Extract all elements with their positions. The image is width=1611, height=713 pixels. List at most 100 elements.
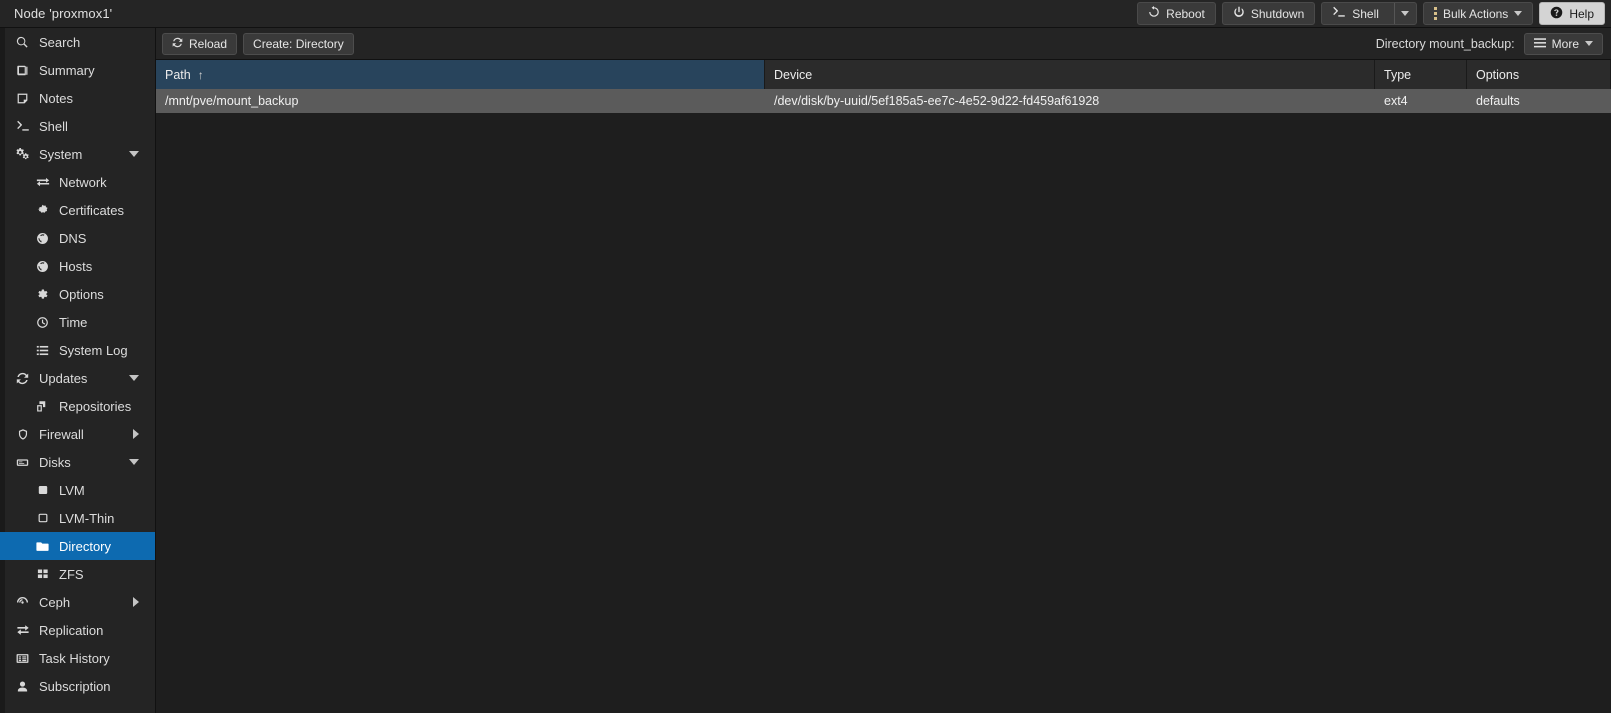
sidebar-item-shell[interactable]: Shell	[0, 112, 155, 140]
sidebar-item-repositories[interactable]: Repositories	[0, 392, 155, 420]
sidebar-item-label: Firewall	[39, 426, 84, 442]
column-header-path[interactable]: Path ↑	[156, 60, 765, 89]
table-header-row: Path ↑ Device Type Options	[156, 60, 1611, 89]
refresh-icon	[14, 372, 31, 385]
sidebar-item-directory[interactable]: Directory	[0, 532, 155, 560]
search-icon	[14, 36, 31, 49]
chevron-down-icon	[1585, 41, 1593, 46]
sidebar-item-system[interactable]: System	[0, 140, 155, 168]
column-header-options[interactable]: Options	[1467, 60, 1611, 89]
sidebar-item-label: Directory	[59, 538, 112, 554]
sidebar-item-label: Notes	[39, 90, 73, 106]
directory-toolbar: Reload Create: Directory Directory mount…	[156, 28, 1611, 60]
globe-icon	[34, 232, 51, 245]
sidebar-item-label: Updates	[39, 370, 88, 386]
cell-type: ext4	[1384, 94, 1408, 108]
sidebar-item-disks[interactable]: Disks	[0, 448, 155, 476]
terminal-icon	[1332, 5, 1346, 22]
shell-main-segment[interactable]: Shell	[1322, 3, 1388, 24]
sidebar-item-lvm[interactable]: LVM	[0, 476, 155, 504]
sidebar-item-replication[interactable]: Replication	[0, 616, 155, 644]
sidebar-item-firewall[interactable]: Firewall	[0, 420, 155, 448]
top-header-bar: Node 'proxmox1' Reboot Shutdown Shell Bulk …	[0, 0, 1611, 28]
sidebar-item-notes[interactable]: Notes	[0, 84, 155, 112]
column-header-label: Path	[165, 67, 191, 82]
sidebar-item-lvm-thin[interactable]: LVM-Thin	[0, 504, 155, 532]
chevron-right-icon[interactable]	[133, 429, 139, 439]
network-icon	[34, 175, 51, 189]
folder-icon	[34, 540, 51, 553]
sidebar-item-label: System	[39, 146, 83, 162]
sidebar-navigation: Search Summary Notes Shell System Network Cert…	[0, 28, 156, 713]
sidebar-item-network[interactable]: Network	[0, 168, 155, 196]
sidebar-item-certificates[interactable]: Certificates	[0, 196, 155, 224]
list-icon	[34, 344, 51, 357]
reboot-button[interactable]: Reboot	[1137, 2, 1216, 25]
shell-label: Shell	[1352, 6, 1379, 21]
chevron-down-icon[interactable]	[129, 459, 139, 465]
sidebar-item-label: Disks	[39, 454, 71, 470]
bulk-actions-label: Bulk Actions	[1442, 6, 1509, 21]
toolbar-right-group: Directory mount_backup: More	[1375, 32, 1603, 55]
header-action-buttons: Reboot Shutdown Shell Bulk Actions Help	[1137, 2, 1605, 25]
more-menu-button[interactable]: More	[1523, 32, 1603, 55]
sidebar-item-options[interactable]: Options	[0, 280, 155, 308]
reboot-label: Reboot	[1166, 6, 1205, 21]
sidebar-item-summary[interactable]: Summary	[0, 56, 155, 84]
disk-icon	[14, 456, 31, 469]
square-filled-icon	[34, 484, 51, 496]
ceph-icon	[14, 596, 31, 609]
sidebar-item-ceph[interactable]: Ceph	[0, 588, 155, 616]
sort-ascending-icon: ↑	[197, 67, 204, 82]
sidebar-item-label: DNS	[59, 230, 87, 246]
chevron-down-icon[interactable]	[129, 375, 139, 381]
gear-icon	[34, 288, 51, 301]
page-title: Node 'proxmox1'	[14, 6, 113, 21]
table-row[interactable]: /mnt/pve/mount_backup/dev/disk/by-uuid/5…	[156, 89, 1611, 113]
sidebar-item-subscription[interactable]: Subscription	[0, 672, 155, 700]
grid-icon	[34, 568, 51, 580]
shell-button[interactable]: Shell	[1321, 2, 1417, 25]
column-header-label: Device	[774, 67, 813, 82]
sidebar-item-time[interactable]: Time	[0, 308, 155, 336]
sidebar-item-label: Certificates	[59, 202, 125, 218]
sidebar-item-dns[interactable]: DNS	[0, 224, 155, 252]
create-directory-button[interactable]: Create: Directory	[243, 32, 354, 55]
chevron-right-icon[interactable]	[133, 597, 139, 607]
reload-label: Reload	[189, 36, 228, 51]
hamburger-icon	[1533, 37, 1546, 51]
column-header-device[interactable]: Device	[765, 60, 1375, 89]
sidebar-item-label: Options	[59, 286, 104, 302]
sidebar-item-label: Search	[39, 34, 81, 50]
reboot-icon	[1148, 6, 1160, 21]
sidebar-item-search[interactable]: Search	[0, 28, 155, 56]
sidebar-item-label: Time	[59, 314, 88, 330]
sidebar-item-task-history[interactable]: Task History	[0, 644, 155, 672]
cell-path: /mnt/pve/mount_backup	[165, 94, 299, 108]
square-icon	[34, 512, 51, 524]
content-panel: Reload Create: Directory Directory mount…	[156, 28, 1611, 713]
bulk-actions-button[interactable]: Bulk Actions	[1422, 2, 1534, 25]
column-header-type[interactable]: Type	[1375, 60, 1467, 89]
sidebar-item-system-log[interactable]: System Log	[0, 336, 155, 364]
column-header-label: Type	[1384, 67, 1412, 82]
book-icon	[14, 64, 31, 77]
terminal-icon	[14, 119, 31, 133]
reload-button[interactable]: Reload	[162, 32, 238, 55]
sidebar-item-zfs[interactable]: ZFS	[0, 560, 155, 588]
sidebar-item-hosts[interactable]: Hosts	[0, 252, 155, 280]
chevron-down-icon	[1401, 11, 1410, 16]
clock-icon	[34, 316, 51, 329]
sidebar-item-updates[interactable]: Updates	[0, 364, 155, 392]
chevron-down-icon[interactable]	[129, 151, 139, 157]
sidebar-item-label: Subscription	[39, 678, 111, 694]
help-button[interactable]: Help	[1539, 2, 1605, 25]
table-body: /mnt/pve/mount_backup/dev/disk/by-uuid/5…	[156, 89, 1611, 713]
directory-context-label: Directory mount_backup:	[1375, 36, 1515, 51]
sidebar-item-label: System Log	[59, 342, 128, 358]
shell-dropdown-toggle[interactable]	[1393, 3, 1416, 24]
app-body: Search Summary Notes Shell System Network Cert…	[0, 28, 1611, 713]
subscription-icon	[14, 680, 31, 693]
shutdown-button[interactable]: Shutdown	[1221, 2, 1316, 25]
gears-icon	[14, 147, 31, 161]
